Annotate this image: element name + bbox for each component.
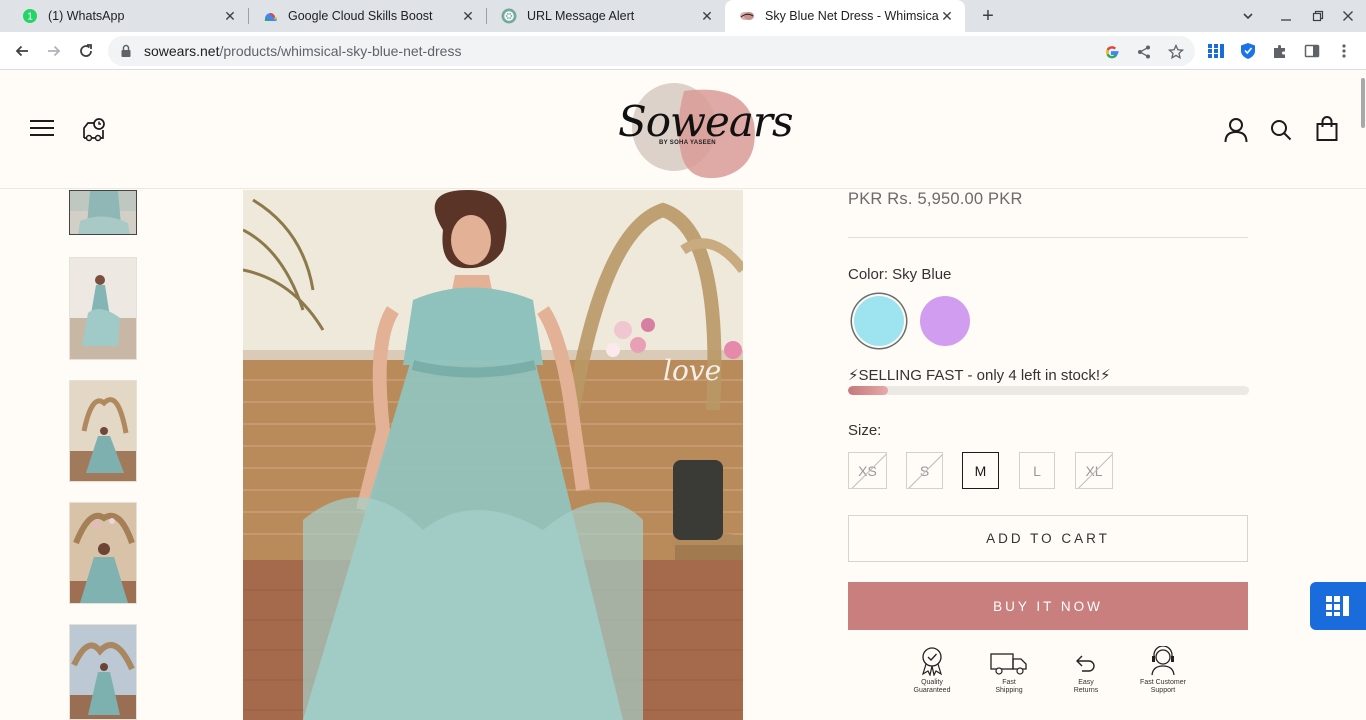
product-thumbnail-3[interactable]	[69, 380, 137, 482]
shield-extension-icon[interactable]	[1236, 39, 1260, 63]
logo-subtext: BY SOHA YASEEN	[659, 140, 716, 146]
browser-toolbar: sowears.net/products/whimsical-sky-blue-…	[0, 32, 1366, 70]
buy-it-now-button[interactable]: BUY IT NOW	[848, 582, 1248, 630]
size-label: Size:	[848, 422, 882, 439]
quality-ribbon-icon	[897, 644, 967, 676]
back-arrow-icon[interactable]	[10, 39, 34, 63]
account-icon[interactable]	[1222, 116, 1250, 144]
share-icon[interactable]	[1135, 43, 1153, 61]
tab-title: Sky Blue Net Dress - Whimsical |	[765, 9, 939, 23]
product-thumbnail-4[interactable]	[69, 502, 137, 604]
delivery-truck-icon	[974, 644, 1044, 676]
order-tracking-icon[interactable]	[80, 115, 108, 143]
badge-line1: Easy	[1078, 679, 1094, 686]
reload-icon[interactable]	[74, 39, 98, 63]
browser-tab-strip: 1 (1) WhatsApp ✕ Google Cloud Skills Boo…	[0, 0, 1366, 32]
badge-fast-shipping: Fast Shipping	[974, 644, 1044, 695]
stock-progress-fill	[848, 386, 889, 395]
badge-line2: Shipping	[995, 687, 1023, 694]
stock-urgency-text: ⚡SELLING FAST - only 4 left in stock!⚡	[848, 367, 1111, 384]
site-header: Sowears BY SOHA YASEEN	[0, 71, 1366, 189]
close-icon[interactable]: ✕	[939, 8, 955, 24]
swatch-sky-blue[interactable]	[854, 296, 904, 346]
sowears-logo[interactable]: Sowears BY SOHA YASEEN	[612, 77, 794, 183]
tab-google-cloud[interactable]: Google Cloud Skills Boost ✕	[248, 0, 486, 32]
extension-grid-icon[interactable]	[1204, 39, 1228, 63]
page-scrollbar[interactable]	[1361, 78, 1365, 128]
badge-line2: Returns	[1073, 687, 1099, 694]
url-host: sowears.net	[144, 43, 220, 59]
tab-search-chevron-icon[interactable]	[1233, 0, 1263, 32]
price-divider	[848, 237, 1248, 238]
support-agent-icon	[1128, 644, 1198, 676]
badge-line1: Fast	[1002, 679, 1016, 686]
whatsapp-icon: 1	[22, 8, 38, 24]
bookmark-star-icon[interactable]	[1167, 43, 1185, 61]
size-option-s[interactable]: S	[906, 452, 943, 489]
hamburger-menu-icon[interactable]	[28, 116, 56, 140]
tab-sky-blue-dress[interactable]: Sky Blue Net Dress - Whimsical | ✕	[725, 0, 965, 32]
sowears-favicon	[739, 8, 755, 24]
close-window-icon[interactable]	[1333, 0, 1363, 32]
lock-icon[interactable]	[120, 44, 134, 58]
badge-line1: Quality	[921, 679, 943, 686]
product-thumbnail-5[interactable]	[69, 624, 137, 720]
color-label: Color: Sky Blue	[848, 266, 952, 283]
chatgpt-icon	[501, 8, 517, 24]
floating-chart-widget-button[interactable]	[1310, 582, 1366, 630]
product-main-image[interactable]: love	[243, 190, 743, 720]
size-option-m[interactable]: M	[962, 452, 999, 489]
size-option-xl[interactable]: XL	[1075, 452, 1113, 489]
search-icon[interactable]	[1268, 117, 1294, 143]
size-option-l[interactable]: L	[1019, 452, 1055, 489]
stock-progress-bar	[848, 386, 1249, 395]
badge-customer-support: Fast Customer Support	[1128, 644, 1198, 695]
add-to-cart-button[interactable]: ADD TO CART	[848, 515, 1248, 562]
product-thumbnail-1[interactable]	[69, 190, 137, 235]
bar-chart-grid-icon	[1326, 596, 1349, 616]
badge-line2: Guaranteed	[913, 687, 951, 694]
close-icon[interactable]: ✕	[460, 8, 476, 24]
side-panel-icon[interactable]	[1300, 39, 1324, 63]
badge-easy-returns: Easy Returns	[1051, 644, 1121, 695]
product-thumbnail-2[interactable]	[69, 257, 137, 360]
logo-wordmark: Sowears	[618, 97, 794, 146]
swatch-lilac[interactable]	[920, 296, 970, 346]
badge-line2: Support	[1150, 687, 1176, 694]
return-arrow-icon	[1051, 644, 1121, 676]
address-bar[interactable]: sowears.net/products/whimsical-sky-blue-…	[108, 36, 1195, 66]
svg-text:1: 1	[27, 12, 33, 23]
tab-whatsapp[interactable]: 1 (1) WhatsApp ✕	[8, 0, 248, 32]
badge-quality-guaranteed: Quality Guaranteed	[897, 644, 967, 695]
close-icon[interactable]: ✕	[699, 8, 715, 24]
new-tab-button[interactable]: +	[976, 4, 1000, 28]
forward-arrow-icon[interactable]	[42, 39, 66, 63]
google-cloud-icon	[262, 8, 278, 24]
size-option-xs[interactable]: XS	[848, 452, 887, 489]
tab-title: Google Cloud Skills Boost	[288, 9, 433, 23]
minimize-icon[interactable]	[1271, 0, 1301, 32]
tab-title: URL Message Alert	[527, 9, 635, 23]
tab-url-message-alert[interactable]: URL Message Alert ✕	[487, 0, 725, 32]
product-price: PKR Rs. 5,950.00 PKR	[848, 190, 1023, 208]
url-path: /products/whimsical-sky-blue-net-dress	[219, 43, 462, 59]
restore-icon[interactable]	[1303, 0, 1333, 32]
google-icon[interactable]	[1103, 43, 1121, 61]
badge-line1: Fast Customer	[1140, 679, 1186, 686]
close-icon[interactable]: ✕	[222, 8, 238, 24]
shopping-bag-icon[interactable]	[1313, 115, 1341, 143]
puzzle-extensions-icon[interactable]	[1268, 39, 1292, 63]
svg-text:love: love	[663, 354, 721, 387]
kebab-menu-icon[interactable]	[1332, 39, 1356, 63]
tab-title: (1) WhatsApp	[48, 9, 125, 23]
